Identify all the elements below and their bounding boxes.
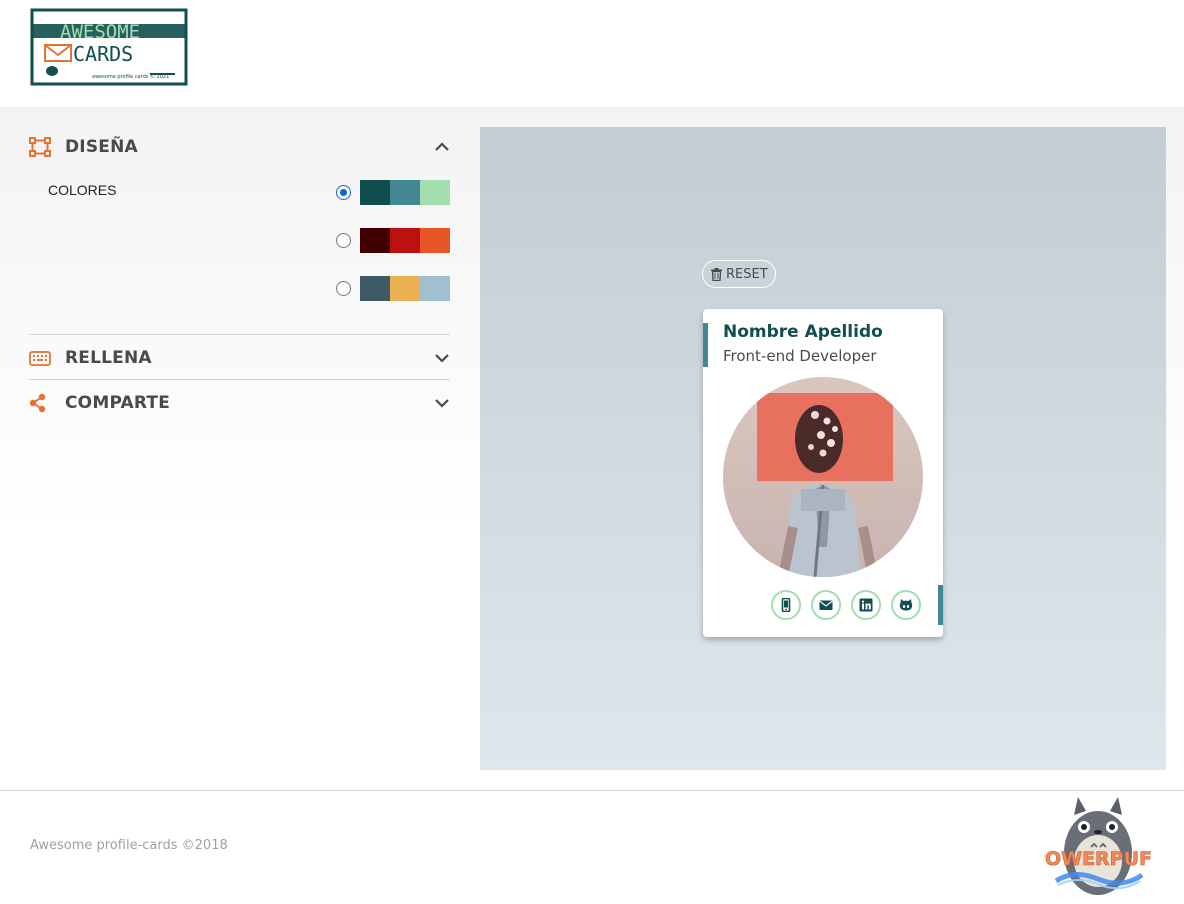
chevron-down-icon[interactable] — [434, 350, 450, 366]
reset-button[interactable]: RESET — [702, 260, 776, 288]
footer-divider — [0, 790, 1184, 791]
palette-option-1[interactable] — [336, 180, 450, 206]
email-button[interactable] — [811, 590, 841, 620]
palette-2-swatch-1 — [360, 228, 390, 253]
design-section-header[interactable]: DISEÑA — [29, 127, 450, 171]
profile-photo — [723, 377, 923, 577]
colors-label: COLORES — [48, 182, 117, 198]
design-section-title: DISEÑA — [65, 137, 138, 157]
phone-button[interactable] — [771, 590, 801, 620]
svg-text:AWESOME: AWESOME — [60, 21, 140, 43]
card-accent-bar — [703, 323, 708, 367]
palette-1-swatch-2 — [390, 180, 420, 205]
card-preview-area: RESET Nombre Apellido Front-end Develope… — [480, 127, 1166, 770]
share-icon — [29, 393, 51, 413]
svg-text:CARDS: CARDS — [73, 42, 133, 66]
main-area: DISEÑA COLORES RELLENA COMPARTE RESET No… — [0, 107, 1184, 790]
share-section-title: COMPARTE — [65, 393, 171, 413]
mobile-icon — [781, 598, 791, 612]
share-section-header[interactable]: COMPARTE — [29, 383, 450, 427]
palette-2-swatch-2 — [390, 228, 420, 253]
fill-section-title: RELLENA — [65, 348, 152, 368]
palette-3-radio[interactable] — [336, 281, 351, 296]
chevron-up-icon[interactable] — [434, 139, 450, 155]
linkedin-button[interactable] — [851, 590, 881, 620]
card-name: Nombre Apellido — [723, 322, 883, 342]
palette-2-swatch-3 — [420, 228, 450, 253]
reset-label: RESET — [726, 267, 768, 282]
awesome-cards-logo[interactable]: AWESOME CARDS awesome profile cards © 20… — [30, 8, 188, 86]
github-button[interactable] — [891, 590, 921, 620]
card-job: Front-end Developer — [723, 347, 877, 365]
palette-1-swatch-3 — [420, 180, 450, 205]
section-divider — [29, 334, 450, 335]
linkedin-icon — [859, 598, 873, 612]
keyboard-icon — [29, 348, 51, 368]
envelope-icon — [819, 600, 833, 610]
card-accent-bar — [938, 585, 943, 625]
palette-3-swatch-1 — [360, 276, 390, 301]
header: AWESOME CARDS awesome profile cards © 20… — [0, 0, 1184, 107]
palette-option-3[interactable] — [336, 276, 450, 302]
palette-option-2[interactable] — [336, 228, 450, 254]
powerpuff-totoro-logo: POWERPUFF — [1031, 795, 1165, 899]
palette-3-swatch-3 — [420, 276, 450, 301]
palette-1-swatch-1 — [360, 180, 390, 205]
palette-3-swatch-2 — [390, 276, 420, 301]
github-icon — [899, 599, 913, 611]
footer-copyright: Awesome profile-cards ©2018 — [30, 838, 228, 853]
object-group-icon — [29, 137, 51, 157]
profile-card: Nombre Apellido Front-end Developer — [703, 309, 943, 637]
fill-section-header[interactable]: RELLENA — [29, 338, 450, 382]
svg-text:POWERPUFF: POWERPUFF — [1044, 848, 1152, 870]
chevron-down-icon[interactable] — [434, 395, 450, 411]
trash-icon — [711, 268, 722, 282]
palette-2-radio[interactable] — [336, 233, 351, 248]
section-divider — [29, 379, 450, 380]
palette-1-radio[interactable] — [336, 185, 351, 200]
